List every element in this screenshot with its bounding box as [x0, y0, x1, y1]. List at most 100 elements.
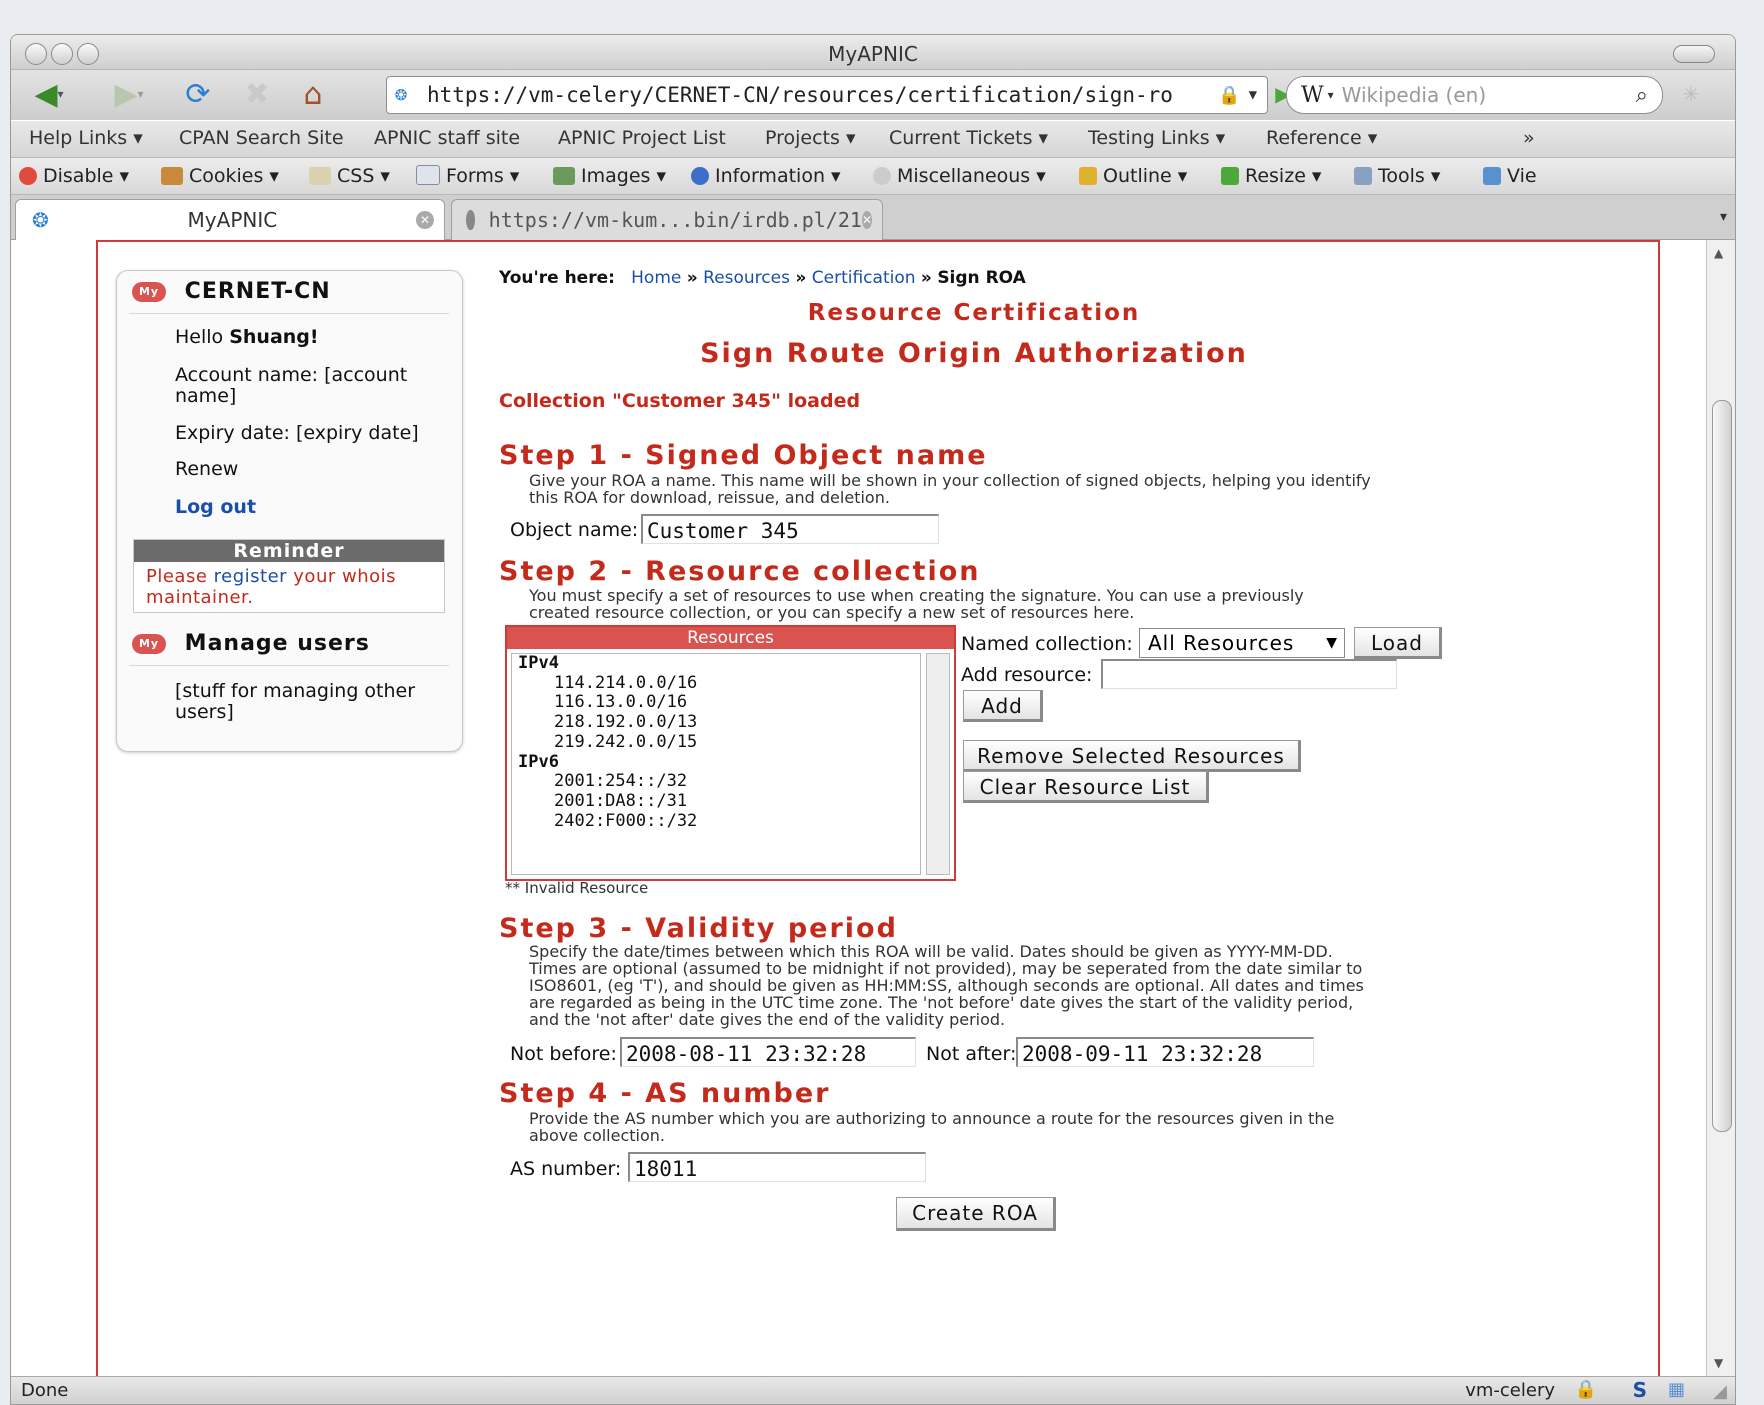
bookmark-current-tickets[interactable]: Current Tickets ▾ — [889, 127, 1048, 149]
breadcrumb-home[interactable]: Home — [631, 268, 681, 288]
step3-heading: Step 3 - Validity period — [499, 913, 898, 944]
navigation-toolbar: ◀ ▾ ▶ ▾ ⟳ ✖ ⌂ ❂ https://vm-celery/CERNET-C… — [11, 70, 1735, 120]
stop-button[interactable]: ✖ — [235, 76, 279, 112]
list-item[interactable]: 2402:F000::/32 — [518, 811, 920, 832]
site-icon: ❂ — [395, 81, 408, 105]
add-button[interactable]: Add — [963, 690, 1043, 722]
tab-list-dropdown-icon[interactable]: ▾ — [1720, 209, 1727, 225]
bookmark-cpan-search-site[interactable]: CPAN Search Site — [179, 127, 344, 149]
browser-window: MyAPNIC ◀ ▾ ▶ ▾ ⟳ ✖ ⌂ ❂ https://vm-celery/… — [10, 34, 1736, 1405]
site-icon: ❂ — [32, 208, 49, 232]
activity-spinner-icon: ✳ — [1682, 82, 1700, 106]
globe-icon — [466, 210, 475, 230]
list-item[interactable]: 114.214.0.0/16 — [518, 673, 920, 694]
add-resource-input[interactable] — [1101, 659, 1397, 689]
breadcrumb: You're here: Home » Resources » Certific… — [499, 268, 1026, 288]
divider — [129, 313, 449, 314]
cookies-icon — [161, 167, 183, 185]
url-dropdown-icon[interactable]: ▼ — [1249, 87, 1257, 103]
dev-css-menu[interactable]: CSS ▾ — [309, 165, 390, 187]
dev-resize-menu[interactable]: Resize ▾ — [1221, 165, 1321, 187]
home-button[interactable]: ⌂ — [291, 76, 335, 112]
remove-selected-resources-button[interactable]: Remove Selected Resources — [963, 740, 1301, 772]
dev-miscellaneous-menu[interactable]: Miscellaneous ▾ — [873, 165, 1046, 187]
dropdown-icon[interactable]: ▾ — [58, 87, 64, 101]
clear-resource-list-button[interactable]: Clear Resource List — [963, 771, 1209, 803]
bookmark-apnic-project-list[interactable]: APNIC Project List — [558, 127, 726, 149]
scroll-down-icon[interactable]: ▼ — [1714, 1356, 1723, 1370]
invalid-resource-note: ** Invalid Resource — [505, 879, 649, 897]
named-collection-label: Named collection: — [961, 633, 1133, 655]
bookmark-testing-links[interactable]: Testing Links ▾ — [1088, 127, 1225, 149]
dev-cookies-menu[interactable]: Cookies ▾ — [161, 165, 279, 187]
tab-bar: ❂ MyAPNIC ✕ https://vm-kum...bin/irdb.pl… — [11, 195, 1735, 240]
dev-images-menu[interactable]: Images ▾ — [553, 165, 666, 187]
tools-icon — [1354, 167, 1372, 185]
bookmark-reference[interactable]: Reference ▾ — [1266, 127, 1377, 149]
resources-panel: Resources IPv4 114.214.0.0/16 116.13.0.0… — [505, 625, 956, 881]
scrollbar-thumb[interactable] — [1712, 400, 1732, 1132]
wikipedia-icon: W — [1301, 82, 1324, 108]
list-item[interactable]: 219.242.0.0/15 — [518, 732, 920, 753]
tab-irdb[interactable]: https://vm-kum...bin/irdb.pl/21 ✕ — [451, 199, 883, 240]
bookmark-projects[interactable]: Projects ▾ — [765, 127, 855, 149]
dropdown-icon[interactable]: ▾ — [138, 87, 144, 101]
org-heading: My CERNET-CN — [132, 279, 331, 304]
web-developer-toolbar: Disable ▾ Cookies ▾ CSS ▾ Forms ▾ Images… — [11, 158, 1735, 195]
extension-grid-icon[interactable]: ▦ — [1668, 1379, 1685, 1400]
reminder-box: Reminder Please register your whois maint… — [133, 539, 445, 613]
object-name-input[interactable]: Customer 345 — [641, 514, 939, 544]
dev-tools-menu[interactable]: Tools ▾ — [1354, 165, 1440, 187]
breadcrumb-resources[interactable]: Resources — [703, 268, 790, 288]
tab-myapnic[interactable]: ❂ MyAPNIC ✕ — [15, 199, 445, 240]
list-item[interactable]: 2001:DA8::/31 — [518, 791, 920, 812]
scroll-up-icon[interactable]: ▲ — [1714, 246, 1723, 260]
search-engine-dropdown-icon[interactable]: ▾ — [1328, 88, 1334, 102]
register-link[interactable]: register — [214, 566, 287, 587]
as-number-input[interactable]: 18011 — [628, 1152, 926, 1182]
bookmarks-bar: Help Links ▾ CPAN Search Site APNIC staf… — [11, 121, 1735, 158]
back-button[interactable]: ◀ ▾ — [19, 76, 79, 112]
breadcrumb-certification[interactable]: Certification — [812, 268, 916, 288]
resources-listbox[interactable]: IPv4 114.214.0.0/16 116.13.0.0/16 218.19… — [511, 653, 921, 875]
not-after-input[interactable]: 2008-09-11 23:32:28 — [1016, 1037, 1314, 1067]
dev-forms-menu[interactable]: Forms ▾ — [416, 165, 519, 187]
resources-scrollbar[interactable] — [926, 653, 950, 875]
search-icon[interactable]: ⌕ — [1636, 83, 1648, 108]
toolbar-toggle-button[interactable] — [1673, 45, 1715, 63]
forward-button[interactable]: ▶ ▾ — [99, 76, 159, 112]
dev-information-menu[interactable]: Information ▾ — [691, 165, 841, 187]
dev-outline-menu[interactable]: Outline ▾ — [1079, 165, 1187, 187]
list-item[interactable]: 116.13.0.0/16 — [518, 693, 920, 713]
dev-view-source-menu[interactable]: Vie — [1483, 165, 1537, 187]
lock-icon: 🔒 — [1574, 1379, 1597, 1400]
search-placeholder: Wikipedia (en) — [1341, 83, 1487, 107]
list-item[interactable]: 218.192.0.0/13 — [518, 712, 920, 733]
load-button[interactable]: Load — [1354, 627, 1442, 659]
close-tab-icon[interactable]: ✕ — [861, 211, 872, 229]
search-bar[interactable]: W ▾ Wikipedia (en) ⌕ — [1286, 76, 1663, 114]
create-roa-button[interactable]: Create ROA — [896, 1197, 1056, 1231]
ipv6-group-label: IPv6 — [518, 751, 559, 772]
step1-description: Give your ROA a name. This name will be … — [529, 471, 1371, 507]
reload-button[interactable]: ⟳ — [176, 76, 220, 112]
renew-link[interactable]: Renew — [175, 459, 238, 480]
status-bar: Done vm-celery 🔒 S ▦ ◢ — [11, 1376, 1735, 1404]
bookmark-help-links[interactable]: Help Links ▾ — [29, 127, 143, 149]
close-tab-icon[interactable]: ✕ — [416, 211, 434, 229]
logout-link[interactable]: Log out — [175, 497, 256, 518]
extension-s-icon[interactable]: S — [1633, 1378, 1647, 1402]
not-before-input[interactable]: 2008-08-11 23:32:28 — [620, 1037, 916, 1067]
list-item[interactable]: 2001:254::/32 — [518, 772, 920, 792]
resize-grip-icon[interactable]: ◢ — [1713, 1381, 1727, 1402]
page-scrollbar[interactable]: ▲ ▼ — [1706, 240, 1735, 1376]
bookmark-apnic-staff-site[interactable]: APNIC staff site — [374, 127, 520, 149]
information-icon — [691, 167, 709, 185]
url-bar[interactable]: ❂ https://vm-celery/CERNET-CN/resources/… — [386, 76, 1268, 114]
named-collection-select[interactable]: All Resources ▼ — [1139, 628, 1345, 658]
outline-icon — [1079, 167, 1097, 185]
account-name: Account name: [account name] — [175, 364, 408, 407]
bookmarks-overflow-button[interactable]: » — [1523, 127, 1535, 149]
dev-disable-menu[interactable]: Disable ▾ — [19, 165, 129, 187]
page-title: Resource Certification — [807, 300, 1141, 326]
